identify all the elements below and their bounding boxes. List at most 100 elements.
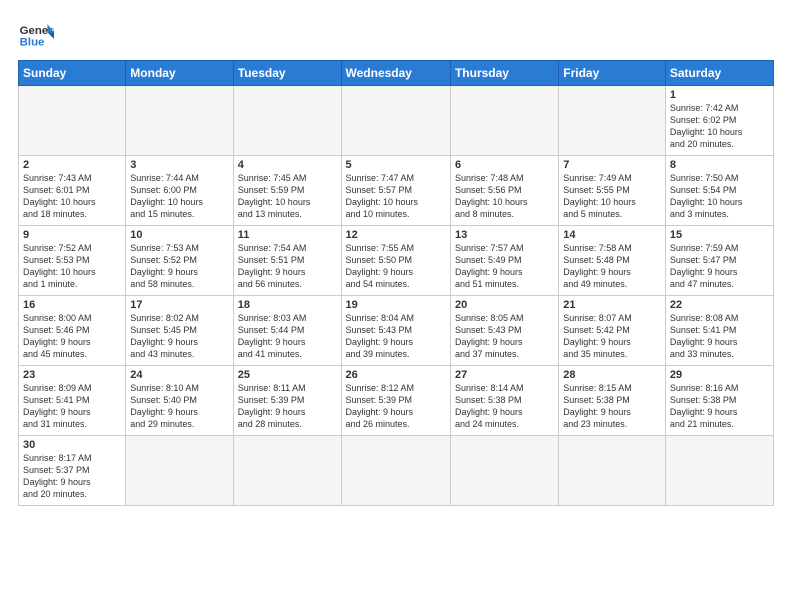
day-number: 24 — [130, 369, 228, 381]
day-number: 21 — [563, 299, 661, 311]
weekday-header-thursday: Thursday — [450, 61, 558, 86]
day-info: Sunrise: 8:08 AM Sunset: 5:41 PM Dayligh… — [670, 312, 769, 361]
day-info: Sunrise: 7:53 AM Sunset: 5:52 PM Dayligh… — [130, 242, 228, 291]
calendar-day-cell: 6Sunrise: 7:48 AM Sunset: 5:56 PM Daylig… — [450, 156, 558, 226]
calendar-day-cell: 30Sunrise: 8:17 AM Sunset: 5:37 PM Dayli… — [19, 436, 126, 506]
day-info: Sunrise: 8:12 AM Sunset: 5:39 PM Dayligh… — [346, 382, 446, 431]
day-info: Sunrise: 8:10 AM Sunset: 5:40 PM Dayligh… — [130, 382, 228, 431]
day-info: Sunrise: 7:59 AM Sunset: 5:47 PM Dayligh… — [670, 242, 769, 291]
logo: General Blue — [18, 16, 26, 52]
calendar-day-cell — [341, 86, 450, 156]
calendar-day-cell: 4Sunrise: 7:45 AM Sunset: 5:59 PM Daylig… — [233, 156, 341, 226]
day-number: 18 — [238, 299, 337, 311]
day-info: Sunrise: 7:54 AM Sunset: 5:51 PM Dayligh… — [238, 242, 337, 291]
day-number: 15 — [670, 229, 769, 241]
day-info: Sunrise: 7:48 AM Sunset: 5:56 PM Dayligh… — [455, 172, 554, 221]
calendar-day-cell: 29Sunrise: 8:16 AM Sunset: 5:38 PM Dayli… — [665, 366, 773, 436]
header: General Blue — [18, 16, 774, 52]
day-number: 9 — [23, 229, 121, 241]
day-number: 19 — [346, 299, 446, 311]
day-number: 13 — [455, 229, 554, 241]
svg-text:Blue: Blue — [20, 36, 45, 48]
calendar-week-row: 1Sunrise: 7:42 AM Sunset: 6:02 PM Daylig… — [19, 86, 774, 156]
day-number: 22 — [670, 299, 769, 311]
calendar-day-cell: 19Sunrise: 8:04 AM Sunset: 5:43 PM Dayli… — [341, 296, 450, 366]
day-number: 25 — [238, 369, 337, 381]
calendar-day-cell — [559, 86, 666, 156]
calendar-week-row: 2Sunrise: 7:43 AM Sunset: 6:01 PM Daylig… — [19, 156, 774, 226]
day-info: Sunrise: 7:57 AM Sunset: 5:49 PM Dayligh… — [455, 242, 554, 291]
day-number: 1 — [670, 89, 769, 101]
day-info: Sunrise: 8:04 AM Sunset: 5:43 PM Dayligh… — [346, 312, 446, 361]
calendar-day-cell — [126, 436, 233, 506]
day-number: 8 — [670, 159, 769, 171]
calendar-week-row: 30Sunrise: 8:17 AM Sunset: 5:37 PM Dayli… — [19, 436, 774, 506]
logo-icon: General Blue — [18, 16, 54, 52]
day-info: Sunrise: 8:09 AM Sunset: 5:41 PM Dayligh… — [23, 382, 121, 431]
calendar-day-cell: 18Sunrise: 8:03 AM Sunset: 5:44 PM Dayli… — [233, 296, 341, 366]
day-number: 7 — [563, 159, 661, 171]
day-number: 29 — [670, 369, 769, 381]
day-info: Sunrise: 8:00 AM Sunset: 5:46 PM Dayligh… — [23, 312, 121, 361]
calendar-day-cell: 3Sunrise: 7:44 AM Sunset: 6:00 PM Daylig… — [126, 156, 233, 226]
day-number: 17 — [130, 299, 228, 311]
calendar-day-cell — [450, 436, 558, 506]
day-number: 4 — [238, 159, 337, 171]
day-info: Sunrise: 7:44 AM Sunset: 6:00 PM Dayligh… — [130, 172, 228, 221]
calendar-day-cell: 21Sunrise: 8:07 AM Sunset: 5:42 PM Dayli… — [559, 296, 666, 366]
calendar-header-row: SundayMondayTuesdayWednesdayThursdayFrid… — [19, 61, 774, 86]
day-number: 28 — [563, 369, 661, 381]
day-info: Sunrise: 8:07 AM Sunset: 5:42 PM Dayligh… — [563, 312, 661, 361]
calendar-day-cell: 8Sunrise: 7:50 AM Sunset: 5:54 PM Daylig… — [665, 156, 773, 226]
calendar-day-cell — [19, 86, 126, 156]
weekday-header-saturday: Saturday — [665, 61, 773, 86]
calendar-day-cell: 22Sunrise: 8:08 AM Sunset: 5:41 PM Dayli… — [665, 296, 773, 366]
calendar-day-cell: 1Sunrise: 7:42 AM Sunset: 6:02 PM Daylig… — [665, 86, 773, 156]
day-number: 5 — [346, 159, 446, 171]
day-info: Sunrise: 7:49 AM Sunset: 5:55 PM Dayligh… — [563, 172, 661, 221]
day-number: 27 — [455, 369, 554, 381]
day-number: 11 — [238, 229, 337, 241]
day-info: Sunrise: 8:17 AM Sunset: 5:37 PM Dayligh… — [23, 452, 121, 501]
calendar-week-row: 9Sunrise: 7:52 AM Sunset: 5:53 PM Daylig… — [19, 226, 774, 296]
weekday-header-friday: Friday — [559, 61, 666, 86]
day-number: 2 — [23, 159, 121, 171]
calendar-day-cell: 12Sunrise: 7:55 AM Sunset: 5:50 PM Dayli… — [341, 226, 450, 296]
day-info: Sunrise: 8:05 AM Sunset: 5:43 PM Dayligh… — [455, 312, 554, 361]
day-number: 30 — [23, 439, 121, 451]
calendar-day-cell: 23Sunrise: 8:09 AM Sunset: 5:41 PM Dayli… — [19, 366, 126, 436]
day-info: Sunrise: 7:45 AM Sunset: 5:59 PM Dayligh… — [238, 172, 337, 221]
day-number: 14 — [563, 229, 661, 241]
day-info: Sunrise: 8:14 AM Sunset: 5:38 PM Dayligh… — [455, 382, 554, 431]
day-number: 12 — [346, 229, 446, 241]
day-number: 3 — [130, 159, 228, 171]
calendar-day-cell: 15Sunrise: 7:59 AM Sunset: 5:47 PM Dayli… — [665, 226, 773, 296]
calendar-day-cell: 20Sunrise: 8:05 AM Sunset: 5:43 PM Dayli… — [450, 296, 558, 366]
weekday-header-wednesday: Wednesday — [341, 61, 450, 86]
day-info: Sunrise: 8:02 AM Sunset: 5:45 PM Dayligh… — [130, 312, 228, 361]
calendar-day-cell — [233, 436, 341, 506]
day-number: 16 — [23, 299, 121, 311]
day-info: Sunrise: 8:03 AM Sunset: 5:44 PM Dayligh… — [238, 312, 337, 361]
calendar-day-cell: 7Sunrise: 7:49 AM Sunset: 5:55 PM Daylig… — [559, 156, 666, 226]
calendar-week-row: 16Sunrise: 8:00 AM Sunset: 5:46 PM Dayli… — [19, 296, 774, 366]
calendar-day-cell: 14Sunrise: 7:58 AM Sunset: 5:48 PM Dayli… — [559, 226, 666, 296]
calendar-day-cell: 17Sunrise: 8:02 AM Sunset: 5:45 PM Dayli… — [126, 296, 233, 366]
day-number: 23 — [23, 369, 121, 381]
day-number: 6 — [455, 159, 554, 171]
weekday-header-tuesday: Tuesday — [233, 61, 341, 86]
calendar-day-cell: 28Sunrise: 8:15 AM Sunset: 5:38 PM Dayli… — [559, 366, 666, 436]
calendar-day-cell: 16Sunrise: 8:00 AM Sunset: 5:46 PM Dayli… — [19, 296, 126, 366]
calendar-day-cell: 11Sunrise: 7:54 AM Sunset: 5:51 PM Dayli… — [233, 226, 341, 296]
calendar-day-cell — [665, 436, 773, 506]
calendar-day-cell: 2Sunrise: 7:43 AM Sunset: 6:01 PM Daylig… — [19, 156, 126, 226]
day-info: Sunrise: 8:16 AM Sunset: 5:38 PM Dayligh… — [670, 382, 769, 431]
day-info: Sunrise: 7:55 AM Sunset: 5:50 PM Dayligh… — [346, 242, 446, 291]
calendar-table: SundayMondayTuesdayWednesdayThursdayFrid… — [18, 60, 774, 506]
day-info: Sunrise: 7:52 AM Sunset: 5:53 PM Dayligh… — [23, 242, 121, 291]
day-info: Sunrise: 8:15 AM Sunset: 5:38 PM Dayligh… — [563, 382, 661, 431]
day-number: 10 — [130, 229, 228, 241]
calendar-day-cell — [341, 436, 450, 506]
calendar-day-cell: 5Sunrise: 7:47 AM Sunset: 5:57 PM Daylig… — [341, 156, 450, 226]
page: General Blue SundayMondayTuesdayWednesda… — [0, 0, 792, 612]
